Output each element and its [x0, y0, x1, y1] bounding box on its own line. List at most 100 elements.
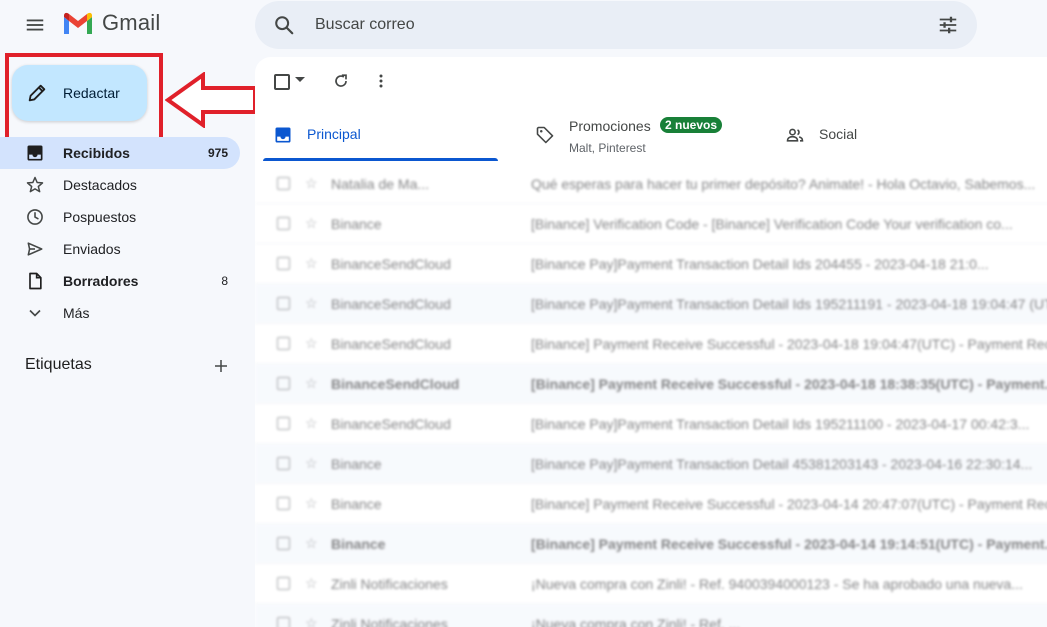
table-row[interactable]: ☆ BinanceSendCloud [Binance] Payment Recei… [255, 364, 1047, 404]
tab-senders-preview: Malt, Pinterest [569, 141, 646, 155]
category-tabs: Principal Promociones 2 nuevos Malt, Pin… [263, 111, 1047, 161]
select-all-checkbox[interactable] [274, 74, 290, 90]
gmail-logo[interactable]: Gmail [62, 10, 160, 36]
sidebar-item-label: Borradores [63, 273, 138, 289]
new-count-badge: 2 nuevos [660, 117, 722, 133]
main-menu-icon[interactable] [24, 14, 46, 36]
active-tab-indicator [263, 158, 498, 161]
people-icon [785, 125, 805, 145]
add-label-icon[interactable] [212, 357, 230, 375]
search-options-icon[interactable] [937, 14, 959, 36]
sidebar-item-inbox[interactable]: Recibidos 975 [0, 137, 240, 169]
email-sender: Binance [331, 536, 521, 552]
star-icon[interactable]: ☆ [305, 415, 318, 432]
email-subject: [Binance] Payment Receive Successful - 2… [531, 496, 1047, 512]
row-checkbox[interactable] [277, 177, 290, 190]
star-icon[interactable]: ☆ [305, 375, 318, 392]
inbox-icon [273, 125, 293, 145]
email-subject: [Binance Pay]Payment Transaction Detail … [531, 456, 1047, 472]
table-row[interactable]: ☆ Zinli Notificaciones ¡Nueva compra con Z… [255, 564, 1047, 604]
email-subject: [Binance] Payment Receive Successful - 2… [531, 336, 1047, 352]
table-row[interactable]: ☆Natalia de Ma...Qué esperas para hacer … [255, 164, 1047, 204]
table-row[interactable]: ☆ Binance [Binance Pay]Payment Transaction… [255, 444, 1047, 484]
search-bar[interactable] [255, 1, 977, 49]
row-checkbox[interactable] [277, 377, 290, 390]
annotation-arrow-icon [165, 72, 259, 128]
row-checkbox[interactable] [277, 577, 290, 590]
star-icon[interactable]: ☆ [305, 335, 318, 352]
row-checkbox[interactable] [277, 217, 290, 230]
row-checkbox[interactable] [277, 337, 290, 350]
sidebar-item-label: Enviados [63, 241, 121, 257]
star-icon[interactable]: ☆ [305, 255, 318, 272]
email-subject: [Binance Pay]Payment Transaction Detail … [531, 256, 1047, 272]
table-row[interactable]: ☆ Binance [Binance] Payment Receive Succes… [255, 524, 1047, 564]
email-sender: BinanceSendCloud [331, 256, 521, 272]
email-subject: [Binance] Payment Receive Successful - 2… [531, 376, 1047, 392]
refresh-icon[interactable] [331, 71, 351, 91]
sidebar-item-starred[interactable]: Destacados [0, 169, 240, 201]
email-sender: BinanceSendCloud [331, 376, 521, 392]
sidebar-item-sent[interactable]: Enviados [0, 233, 240, 265]
row-checkbox[interactable] [277, 617, 290, 627]
star-icon[interactable]: ☆ [305, 535, 318, 552]
table-row[interactable]: ☆ BinanceSendCloud [Binance] Payment Recei… [255, 324, 1047, 364]
email-sender: Zinli Notificaciones [331, 616, 521, 627]
tab-label: Promociones [569, 118, 651, 134]
search-input[interactable] [313, 15, 877, 35]
sidebar-item-label: Destacados [63, 177, 137, 193]
email-sender: Binance [331, 456, 521, 472]
table-row[interactable]: ☆ BinanceSendCloud [Binance Pay]Payment Tr… [255, 244, 1047, 284]
star-icon[interactable]: ☆ [305, 495, 318, 512]
email-subject: [Binance] Payment Receive Successful - 2… [531, 536, 1047, 552]
star-icon[interactable]: ☆ [305, 215, 318, 232]
email-sender: Binance [331, 496, 521, 512]
table-row[interactable]: ☆Zinli Notificaciones¡Nueva compra con Z… [255, 604, 1047, 627]
drafts-count: 8 [221, 274, 228, 288]
sidebar-nav: Recibidos 975 Destacados Pospuestos Envi… [0, 137, 240, 329]
sidebar-item-more[interactable]: Más [0, 297, 240, 329]
tab-label: Principal [307, 126, 361, 142]
tag-icon [535, 125, 555, 145]
email-sender: Binance [331, 216, 521, 232]
mail-toolbar [255, 57, 1047, 105]
sidebar-item-drafts[interactable]: Borradores 8 [0, 265, 240, 297]
row-checkbox[interactable] [277, 257, 290, 270]
clock-icon [25, 207, 45, 227]
star-icon [25, 175, 45, 195]
row-checkbox[interactable] [277, 417, 290, 430]
sidebar-item-snoozed[interactable]: Pospuestos [0, 201, 240, 233]
search-icon[interactable] [273, 14, 295, 36]
row-checkbox[interactable] [277, 537, 290, 550]
email-subject: Qué esperas para hacer tu primer depósit… [531, 176, 1047, 192]
row-checkbox[interactable] [277, 297, 290, 310]
email-sender: BinanceSendCloud [331, 336, 521, 352]
email-sender: BinanceSendCloud [331, 296, 521, 312]
sidebar-item-label: Recibidos [63, 145, 130, 161]
table-row[interactable]: ☆Binance[Binance] Verification Code - [B… [255, 204, 1047, 244]
table-row[interactable]: ☆BinanceSendCloud[Binance Pay]Payment Tr… [255, 284, 1047, 324]
gmail-brand-text: Gmail [102, 10, 160, 36]
select-caret-icon[interactable] [295, 77, 305, 83]
tab-social[interactable]: Social [775, 111, 975, 161]
row-checkbox[interactable] [277, 457, 290, 470]
table-row[interactable]: ☆BinanceSendCloud[Binance Pay]Payment Tr… [255, 404, 1047, 444]
labels-heading: Etiquetas [25, 356, 92, 374]
mail-list-panel: Principal Promociones 2 nuevos Malt, Pin… [255, 57, 1047, 627]
tab-promociones[interactable]: Promociones 2 nuevos Malt, Pinterest [525, 111, 765, 161]
tab-label: Social [819, 126, 857, 142]
star-icon[interactable]: ☆ [305, 295, 318, 312]
more-options-icon[interactable] [371, 71, 391, 91]
tab-principal[interactable]: Principal [263, 111, 498, 161]
chevron-down-icon [25, 303, 45, 323]
email-sender: Zinli Notificaciones [331, 576, 521, 592]
table-row[interactable]: ☆ Binance [Binance] Payment Receive Succes… [255, 484, 1047, 524]
star-icon[interactable]: ☆ [305, 455, 318, 472]
annotation-highlight-box [5, 53, 163, 141]
send-icon [25, 239, 45, 259]
row-checkbox[interactable] [277, 497, 290, 510]
email-subject: ¡Nueva compra con Zinli! - Ref. 94003940… [531, 576, 1047, 592]
star-icon[interactable]: ☆ [305, 615, 318, 627]
star-icon[interactable]: ☆ [305, 575, 318, 592]
star-icon[interactable]: ☆ [305, 175, 318, 192]
